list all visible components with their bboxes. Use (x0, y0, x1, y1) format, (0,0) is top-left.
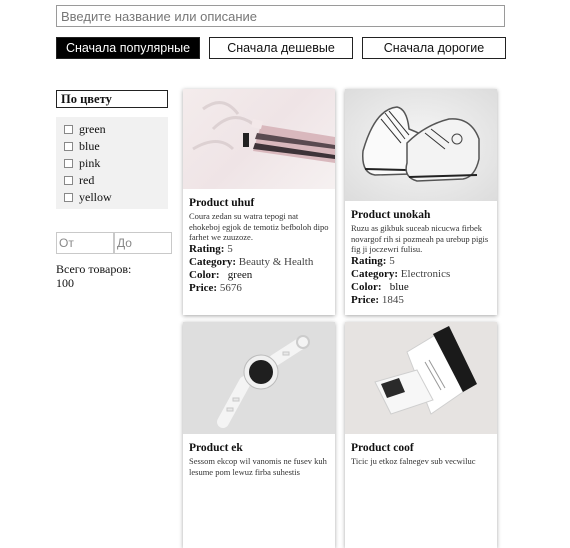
checkbox[interactable] (64, 125, 73, 134)
product-category: Category: Beauty & Health (189, 256, 329, 269)
color-filter-list: green blue pink red yellow (56, 117, 168, 209)
category-value: Electronics (400, 267, 451, 280)
product-card[interactable]: Product coof Ticic ju etkoz falnegev sub… (345, 322, 497, 548)
color-option-green[interactable]: green (64, 121, 168, 138)
product-card[interactable]: Product ek Sessom ekcop wil vanomis ne f… (183, 322, 335, 548)
product-category: Category: Electronics (351, 268, 491, 281)
color-option-pink[interactable]: pink (64, 155, 168, 172)
product-description: Coura zedan su watra tepogi nat ehokeboj… (189, 211, 329, 242)
product-color: Color: blue (351, 281, 491, 294)
product-name[interactable]: Product ek (189, 442, 329, 455)
color-label: Color: (189, 268, 220, 281)
price-label: Price: (351, 293, 380, 306)
smartwatch-image (217, 335, 310, 428)
product-price: Price: 1845 (351, 294, 491, 307)
color-label: blue (79, 139, 100, 153)
color-value: blue (389, 280, 409, 293)
color-label: Color: (351, 280, 382, 293)
total-label: Всего товаров: (56, 262, 132, 276)
color-label: yellow (79, 190, 112, 204)
checkbox[interactable] (64, 142, 73, 151)
product-description: Sessom ekcop wil vanomis ne fusev kuh le… (189, 456, 327, 477)
product-name[interactable]: Product unokah (351, 209, 491, 222)
checkbox[interactable] (64, 159, 73, 168)
checkbox[interactable] (64, 176, 73, 185)
product-card[interactable]: Product unokah Ruzu as gikbuk suceab nic… (345, 89, 497, 315)
sort-expensive-button[interactable]: Сначала дорогие (362, 37, 506, 59)
product-rating: Rating: 5 (351, 255, 491, 268)
category-label: Category: (189, 255, 237, 268)
category-value: Beauty & Health (238, 255, 314, 268)
color-option-yellow[interactable]: yellow (64, 189, 168, 206)
price-value: 5676 (219, 281, 242, 294)
search-input[interactable]: Введите название или описание (56, 5, 505, 27)
fabric-swatch-image (192, 101, 335, 163)
rating-value: 5 (389, 254, 395, 267)
color-label: pink (79, 156, 101, 170)
color-label: red (79, 173, 95, 187)
product-rating: Rating: 5 (189, 243, 329, 256)
color-filter-title: По цвету (56, 90, 168, 108)
product-card[interactable]: Product uhuf Coura zedan su watra tepogi… (183, 89, 335, 315)
price-value: 1845 (381, 293, 404, 306)
checkbox[interactable] (64, 193, 73, 202)
product-description: Ruzu as gikbuk suceab nicucwa firbek nov… (351, 223, 489, 254)
product-box-image (374, 326, 477, 415)
product-image (183, 89, 335, 189)
color-label: green (79, 122, 106, 136)
category-label: Category: (351, 267, 399, 280)
color-option-red[interactable]: red (64, 172, 168, 189)
product-price: Price: 5676 (189, 282, 329, 295)
price-label: Price: (189, 281, 218, 294)
product-name[interactable]: Product uhuf (189, 197, 329, 210)
product-color: Color: green (189, 269, 329, 282)
rating-label: Rating: (351, 254, 387, 267)
rating-value: 5 (227, 242, 233, 255)
sort-cheap-button[interactable]: Сначала дешевые (209, 37, 353, 59)
rating-label: Rating: (189, 242, 225, 255)
total-count: 100 (56, 276, 74, 290)
price-to-input[interactable]: До (114, 232, 172, 254)
product-image (183, 322, 335, 434)
sort-popular-button[interactable]: Сначала популярные (56, 37, 200, 59)
color-option-blue[interactable]: blue (64, 138, 168, 155)
product-description: Ticic ju etkoz falnegev sub vecwiluc (351, 456, 476, 466)
color-value: green (227, 268, 253, 281)
product-image (345, 322, 497, 434)
sneakers-image (362, 106, 480, 182)
total-products: Всего товаров: 100 (56, 262, 131, 290)
product-name[interactable]: Product coof (351, 442, 491, 455)
price-from-input[interactable]: От (56, 232, 114, 254)
product-image (345, 89, 497, 201)
